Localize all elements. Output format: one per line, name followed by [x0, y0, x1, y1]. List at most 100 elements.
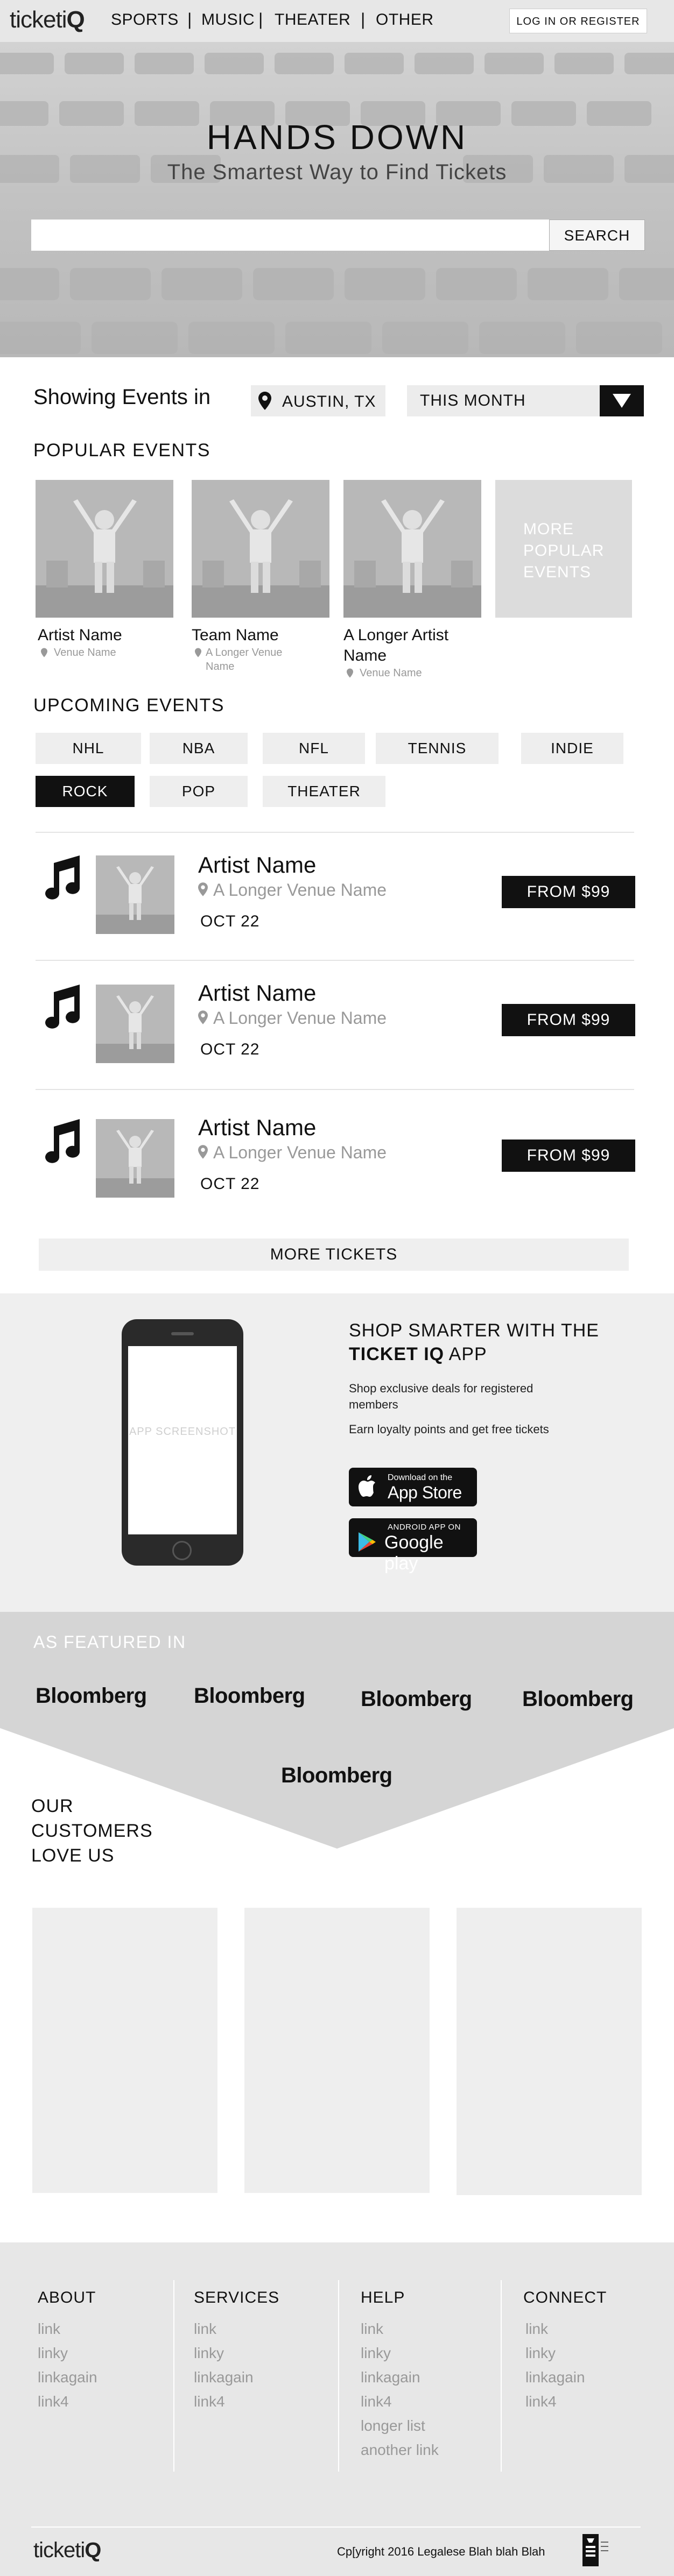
footer-column-title: HELP [361, 2289, 405, 2306]
app-screenshot-placeholder: APP SCREENSHOT [129, 1426, 236, 1438]
footer-link[interactable]: linkagain [361, 2365, 420, 2389]
row-divider [36, 832, 634, 833]
footer-link[interactable]: another link [361, 2438, 439, 2462]
google-play-small-label: ANDROID APP ON [388, 1523, 461, 1532]
month-dropdown[interactable]: THIS MONTH [407, 385, 600, 416]
music-note-icon [42, 1119, 81, 1166]
music-note-icon [42, 985, 81, 1031]
event-card-title[interactable]: Team Name [192, 625, 279, 646]
app-description: Earn loyalty points and get free tickets [349, 1423, 549, 1436]
footer-link[interactable]: linky [194, 2341, 224, 2365]
footer-column-title: SERVICES [194, 2289, 280, 2306]
map-pin-icon [198, 882, 208, 899]
footer-link[interactable]: linky [361, 2341, 391, 2365]
category-tag-rock[interactable]: ROCK [36, 776, 135, 807]
apple-icon [359, 1475, 375, 1497]
location-selector[interactable]: AUSTIN, TX [251, 385, 385, 416]
footer-link[interactable]: link4 [38, 2389, 69, 2414]
more-popular-events-button[interactable]: MORE POPULAR EVENTS [495, 480, 632, 618]
press-logo-bloomberg[interactable]: Bloomberg [361, 1687, 472, 1711]
nav-link-theater[interactable]: THEATER [275, 11, 350, 29]
login-register-button[interactable]: LOG IN OR REGISTER [509, 9, 647, 33]
performer-photo [192, 480, 329, 618]
category-tag-nfl[interactable]: NFL [263, 733, 365, 764]
month-dropdown-toggle[interactable] [600, 385, 644, 416]
performer-photo [96, 1119, 174, 1198]
footer-link[interactable]: link [361, 2317, 383, 2341]
category-tag-theater[interactable]: THEATER [263, 776, 385, 807]
event-card-image[interactable] [343, 480, 481, 618]
footer-link[interactable]: link [194, 2317, 216, 2341]
triangle-down-icon [613, 394, 631, 408]
event-date: OCT 22 [200, 912, 260, 930]
footer-link[interactable]: link4 [361, 2389, 392, 2414]
search-button[interactable]: SEARCH [549, 220, 645, 251]
nav-link-music[interactable]: MUSIC [201, 11, 255, 29]
app-heading-brand: TICKET IQ APP [349, 1344, 487, 1364]
category-tag-tennis[interactable]: TENNIS [376, 733, 499, 764]
event-date: OCT 22 [200, 1041, 260, 1058]
event-date: OCT 22 [200, 1175, 260, 1193]
event-venue: A Longer Venue Name [213, 1008, 387, 1028]
footer-column-title: ABOUT [38, 2289, 96, 2306]
press-logo-bloomberg[interactable]: Bloomberg [36, 1684, 147, 1708]
location-value: AUSTIN, TX [282, 393, 376, 411]
google-play-icon [359, 1532, 376, 1552]
footer-link[interactable]: link4 [525, 2389, 557, 2414]
category-tag-indie[interactable]: INDIE [521, 733, 623, 764]
map-pin-icon [198, 1010, 208, 1027]
category-tag-nba[interactable]: NBA [150, 733, 248, 764]
search-input[interactable] [31, 220, 549, 251]
event-artist-name[interactable]: Artist Name [198, 852, 316, 878]
testimonial-card [457, 1908, 642, 2195]
map-pin-icon [41, 648, 47, 660]
event-card-title[interactable]: Artist Name [38, 625, 122, 646]
hero-banner: HANDS DOWN The Smartest Way to Find Tick… [0, 42, 674, 357]
event-card-image[interactable] [192, 480, 329, 618]
event-thumbnail[interactable] [96, 1119, 174, 1198]
event-venue: A Longer Venue Name [213, 880, 387, 900]
footer-link[interactable]: linkagain [194, 2365, 254, 2389]
nav-link-sports[interactable]: SPORTS [111, 11, 179, 29]
map-pin-icon [198, 1145, 208, 1162]
event-artist-name[interactable]: Artist Name [198, 980, 316, 1006]
site-logo[interactable]: ticketiQ [10, 6, 85, 33]
app-store-badge[interactable]: Download on the App Store [349, 1468, 477, 1506]
event-card-title[interactable]: A Longer Artist Name [343, 625, 451, 666]
footer-logo[interactable]: ticketiQ [33, 2538, 101, 2563]
bbb-accredited-icon[interactable] [580, 2533, 609, 2567]
press-logo-bloomberg[interactable]: Bloomberg [194, 1684, 305, 1708]
nav-link-other[interactable]: OTHER [376, 11, 434, 29]
footer-link[interactable]: longer list [361, 2414, 425, 2438]
event-artist-name[interactable]: Artist Name [198, 1115, 316, 1141]
phone-home-button [172, 1541, 192, 1560]
footer-link[interactable]: link [525, 2317, 548, 2341]
footer-link[interactable]: linkagain [525, 2365, 585, 2389]
stadium-seats-background [0, 42, 674, 357]
showing-events-label: Showing Events in [33, 385, 211, 409]
press-logo-bloomberg[interactable]: Bloomberg [281, 1764, 392, 1788]
press-logo-bloomberg[interactable]: Bloomberg [522, 1687, 634, 1711]
footer-divider [501, 2280, 502, 2472]
phone-screen [128, 1346, 237, 1534]
row-divider [36, 1089, 634, 1090]
buy-tickets-button[interactable]: FROM $99 [502, 1004, 635, 1036]
footer-link[interactable]: link4 [194, 2389, 225, 2414]
footer-link[interactable]: linky [525, 2341, 556, 2365]
category-tag-pop[interactable]: POP [150, 776, 248, 807]
footer-link[interactable]: linkagain [38, 2365, 97, 2389]
buy-tickets-button[interactable]: FROM $99 [502, 1140, 635, 1172]
footer-link[interactable]: linky [38, 2341, 68, 2365]
more-tickets-button[interactable]: MORE TICKETS [39, 1239, 629, 1271]
event-card-image[interactable] [36, 480, 173, 618]
popular-events-heading: POPULAR EVENTS [33, 440, 210, 461]
footer-link[interactable]: link [38, 2317, 60, 2341]
category-tag-nhl[interactable]: NHL [36, 733, 141, 764]
google-play-badge[interactable]: ANDROID APP ON Google play [349, 1518, 477, 1574]
app-description: Shop exclusive deals for registered memb… [349, 1382, 533, 1411]
event-card-venue: A Longer Venue Name [206, 647, 283, 673]
buy-tickets-button[interactable]: FROM $99 [502, 876, 635, 908]
copyright-text: Cp[yright 2016 Legalese Blah blah Blah [337, 2545, 545, 2558]
event-thumbnail[interactable] [96, 985, 174, 1063]
event-thumbnail[interactable] [96, 855, 174, 934]
